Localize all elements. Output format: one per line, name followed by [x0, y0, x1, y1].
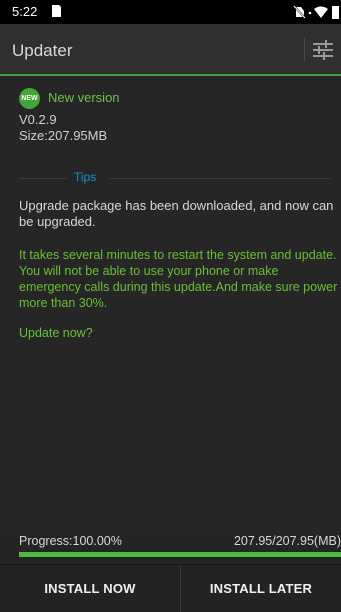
app-bar: Updater: [0, 24, 341, 74]
app-title: Updater: [12, 41, 73, 60]
status-bar: 5:22: [0, 0, 341, 24]
tips-label: Tips: [74, 170, 97, 184]
update-content: NEW New version V0.2.9 Size:207.95MB Tip…: [0, 76, 341, 557]
bottom-action-bar: INSTALL NOW INSTALL LATER: [0, 564, 341, 612]
install-later-button[interactable]: INSTALL LATER: [181, 565, 341, 612]
status-time: 5:22: [12, 4, 38, 19]
update-now-question: Update now?: [19, 326, 93, 340]
progress-size: 207.95/207.95(MB): [233, 534, 341, 548]
status-indicators: [293, 5, 339, 19]
sd-card-icon: [52, 5, 61, 17]
updater-screen: 5:22 Updater NEW New version V0.2.9 Size…: [0, 0, 341, 612]
install-now-button[interactable]: INSTALL NOW: [0, 565, 180, 612]
package-size: Size:207.95MB: [19, 128, 108, 143]
battery-icon: [332, 6, 339, 19]
warning-message: It takes several minutes to restart the …: [19, 248, 338, 310]
wifi-icon: [314, 6, 328, 18]
progress-label: Progress:100.00%: [19, 534, 122, 548]
new-version-heading: New version: [48, 90, 120, 105]
version-number: V0.2.9: [19, 112, 57, 127]
app-bar-divider: [304, 38, 305, 62]
tips-divider-right: [110, 178, 330, 179]
mute-icon: [293, 5, 306, 19]
settings-sliders-icon: [313, 40, 333, 60]
tips-divider-left: [19, 178, 67, 179]
new-badge: NEW: [19, 88, 40, 109]
downloaded-message: Upgrade package has been downloaded, and…: [19, 198, 334, 229]
progress-fill: [19, 552, 341, 557]
progress-bar: [19, 552, 341, 557]
settings-button[interactable]: [309, 37, 337, 63]
